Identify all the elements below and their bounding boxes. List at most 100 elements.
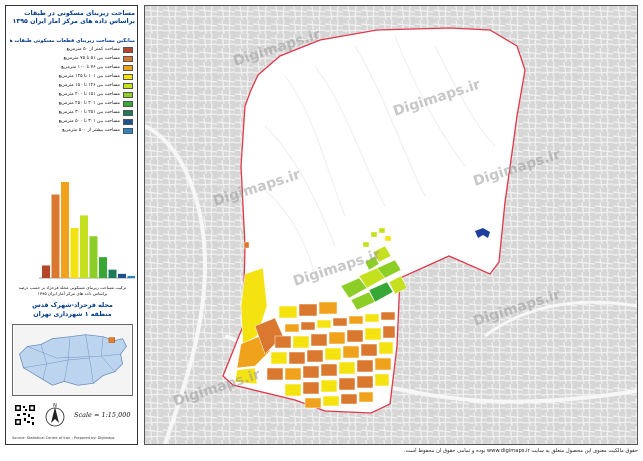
legend-swatch bbox=[123, 128, 133, 134]
legend-label: مساحت بین ۷۶ تا ۱۰۰ مترمربع bbox=[61, 65, 120, 70]
legend-item: مساحت بین ۱۵۱ تا ۲۰۰ مترمربع bbox=[10, 91, 135, 100]
legend-label: مساحت بین ۳۰۱ تا ۵۰۰ مترمربع bbox=[58, 119, 120, 124]
parcel bbox=[300, 321, 316, 331]
parcel bbox=[302, 365, 320, 379]
parcel bbox=[364, 313, 380, 323]
parcel bbox=[324, 347, 342, 361]
legend-swatch bbox=[123, 56, 133, 62]
svg-text:N: N bbox=[53, 403, 57, 409]
parcel bbox=[356, 375, 374, 389]
source-note: Source: Statistical Centre of Iran ; Pre… bbox=[12, 436, 115, 440]
parcel bbox=[310, 333, 328, 347]
legend-heading: میانگین مساحت زیربنای قطعات مسکونی طبقات… bbox=[10, 38, 135, 44]
parcel bbox=[348, 315, 364, 325]
legend-label: مساحت بین ۵۱ تا ۷۵ مترمربع bbox=[63, 56, 120, 61]
histogram-caption: ترکیب مساحت زیربنای مسکونی محله فرحزاد ب… bbox=[18, 285, 127, 290]
map-title-line1: مساحت زیربنای مسکونی در طبقات bbox=[24, 10, 135, 17]
parcel bbox=[342, 345, 360, 359]
legend-item: مساحت بین ۷۶ تا ۱۰۰ مترمربع bbox=[10, 64, 135, 73]
parcel bbox=[266, 367, 284, 381]
legend-label: مساحت بین ۱۲۶ تا ۱۵۰ مترمربع bbox=[58, 83, 120, 88]
histogram-bar bbox=[99, 257, 107, 278]
parcel bbox=[332, 317, 348, 327]
histogram-bar bbox=[127, 275, 135, 278]
parcel bbox=[364, 327, 382, 341]
parcel bbox=[320, 363, 338, 377]
histogram-bar bbox=[61, 182, 69, 278]
parcel bbox=[292, 335, 310, 349]
legend-label: مساحت بیشتر از ۵۰۰ مترمربع bbox=[62, 128, 120, 133]
legend: مساحت کمتر از ۵۰ مترمربع مساحت بین ۵۱ تا … bbox=[10, 46, 135, 136]
parcel bbox=[378, 227, 386, 234]
parcel bbox=[338, 377, 356, 391]
district-name: محله فرحزاد-شهرک قدس bbox=[32, 302, 113, 309]
legend-swatch bbox=[123, 110, 133, 116]
parcel bbox=[346, 329, 364, 343]
parcel bbox=[328, 331, 346, 345]
parcel bbox=[302, 381, 320, 395]
parcel bbox=[358, 391, 374, 403]
north-arrow-icon: N bbox=[45, 403, 65, 427]
region-name: منطقه ۱ شهرداری تهران bbox=[33, 311, 112, 318]
parcel bbox=[316, 319, 332, 329]
parcel bbox=[306, 349, 324, 363]
histogram-bar bbox=[51, 194, 60, 278]
legend-item: مساحت بین ۲۵۱ تا ۳۰۰ مترمربع bbox=[10, 109, 135, 118]
legend-item: مساحت بین ۵۱ تا ۷۵ مترمربع bbox=[10, 55, 135, 64]
legend-label: مساحت بین ۱۵۱ تا ۲۰۰ مترمربع bbox=[58, 92, 120, 97]
parcel bbox=[320, 379, 338, 393]
parcel bbox=[288, 351, 306, 365]
histogram-bar bbox=[80, 215, 88, 278]
parcel bbox=[356, 359, 374, 373]
legend-swatch bbox=[123, 119, 133, 125]
map-canvas: Digimaps.ir Digimaps.ir Digimaps.ir Digi… bbox=[145, 6, 637, 444]
legend-label: مساحت بین ۲۰۱ تا ۲۵۰ مترمربع bbox=[58, 101, 120, 106]
parcel bbox=[384, 235, 392, 242]
area-histogram bbox=[39, 182, 135, 279]
legend-panel: مساحت زیربنای مسکونی در طبقات براساس داد… bbox=[5, 5, 138, 445]
scale-label: Scale = 1:15,000 bbox=[74, 411, 131, 419]
parcel bbox=[380, 311, 396, 321]
legend-swatch bbox=[123, 74, 133, 80]
parcel bbox=[340, 393, 358, 405]
parcel bbox=[374, 373, 390, 387]
parcel bbox=[284, 367, 302, 381]
histogram-bar bbox=[118, 273, 126, 278]
legend-item: مساحت بیشتر از ۵۰۰ مترمربع bbox=[10, 127, 135, 136]
legend-swatch bbox=[123, 65, 133, 71]
map-title-line2: براساس داده های مرکز آمار ایران ۱۳۹۵ bbox=[12, 18, 135, 25]
parcel bbox=[284, 323, 300, 333]
histogram-bar bbox=[89, 236, 98, 278]
map-sheet: مساحت زیربنای مسکونی در طبقات براساس داد… bbox=[0, 0, 643, 461]
parcel bbox=[370, 231, 378, 238]
histogram-bar bbox=[42, 265, 50, 278]
parcel bbox=[243, 241, 250, 249]
parcel bbox=[374, 357, 392, 371]
qr-code-icon bbox=[14, 404, 36, 426]
parcel bbox=[284, 383, 302, 397]
legend-item: مساحت بین ۱۰۱ تا ۱۲۵ مترمربع bbox=[10, 73, 135, 82]
legend-item: مساحت بین ۳۰۱ تا ۵۰۰ مترمربع bbox=[10, 118, 135, 127]
parcel bbox=[278, 305, 298, 319]
histogram-bar bbox=[70, 227, 79, 278]
legend-swatch bbox=[123, 83, 133, 89]
histogram-bar bbox=[108, 269, 117, 278]
legend-label: مساحت بین ۱۰۱ تا ۱۲۵ مترمربع bbox=[58, 74, 120, 79]
inset-highlight-icon bbox=[108, 337, 116, 343]
tehran-inset-map bbox=[12, 324, 133, 396]
legend-swatch bbox=[123, 101, 133, 107]
parcel bbox=[382, 325, 396, 339]
legend-swatch bbox=[123, 92, 133, 98]
legend-label: مساحت کمتر از ۵۰ مترمربع bbox=[66, 47, 120, 52]
parcel bbox=[360, 343, 378, 357]
parcel bbox=[322, 395, 340, 407]
parcel bbox=[362, 241, 370, 248]
parcel bbox=[274, 335, 292, 349]
parcel bbox=[304, 397, 322, 409]
legend-item: مساحت بین ۱۲۶ تا ۱۵۰ مترمربع bbox=[10, 82, 135, 91]
main-map: Digimaps.ir Digimaps.ir Digimaps.ir Digi… bbox=[144, 5, 638, 445]
legend-label: مساحت بین ۲۵۱ تا ۳۰۰ مترمربع bbox=[58, 110, 120, 115]
parcel bbox=[338, 361, 356, 375]
parcel bbox=[318, 301, 338, 315]
parcel bbox=[270, 351, 288, 365]
